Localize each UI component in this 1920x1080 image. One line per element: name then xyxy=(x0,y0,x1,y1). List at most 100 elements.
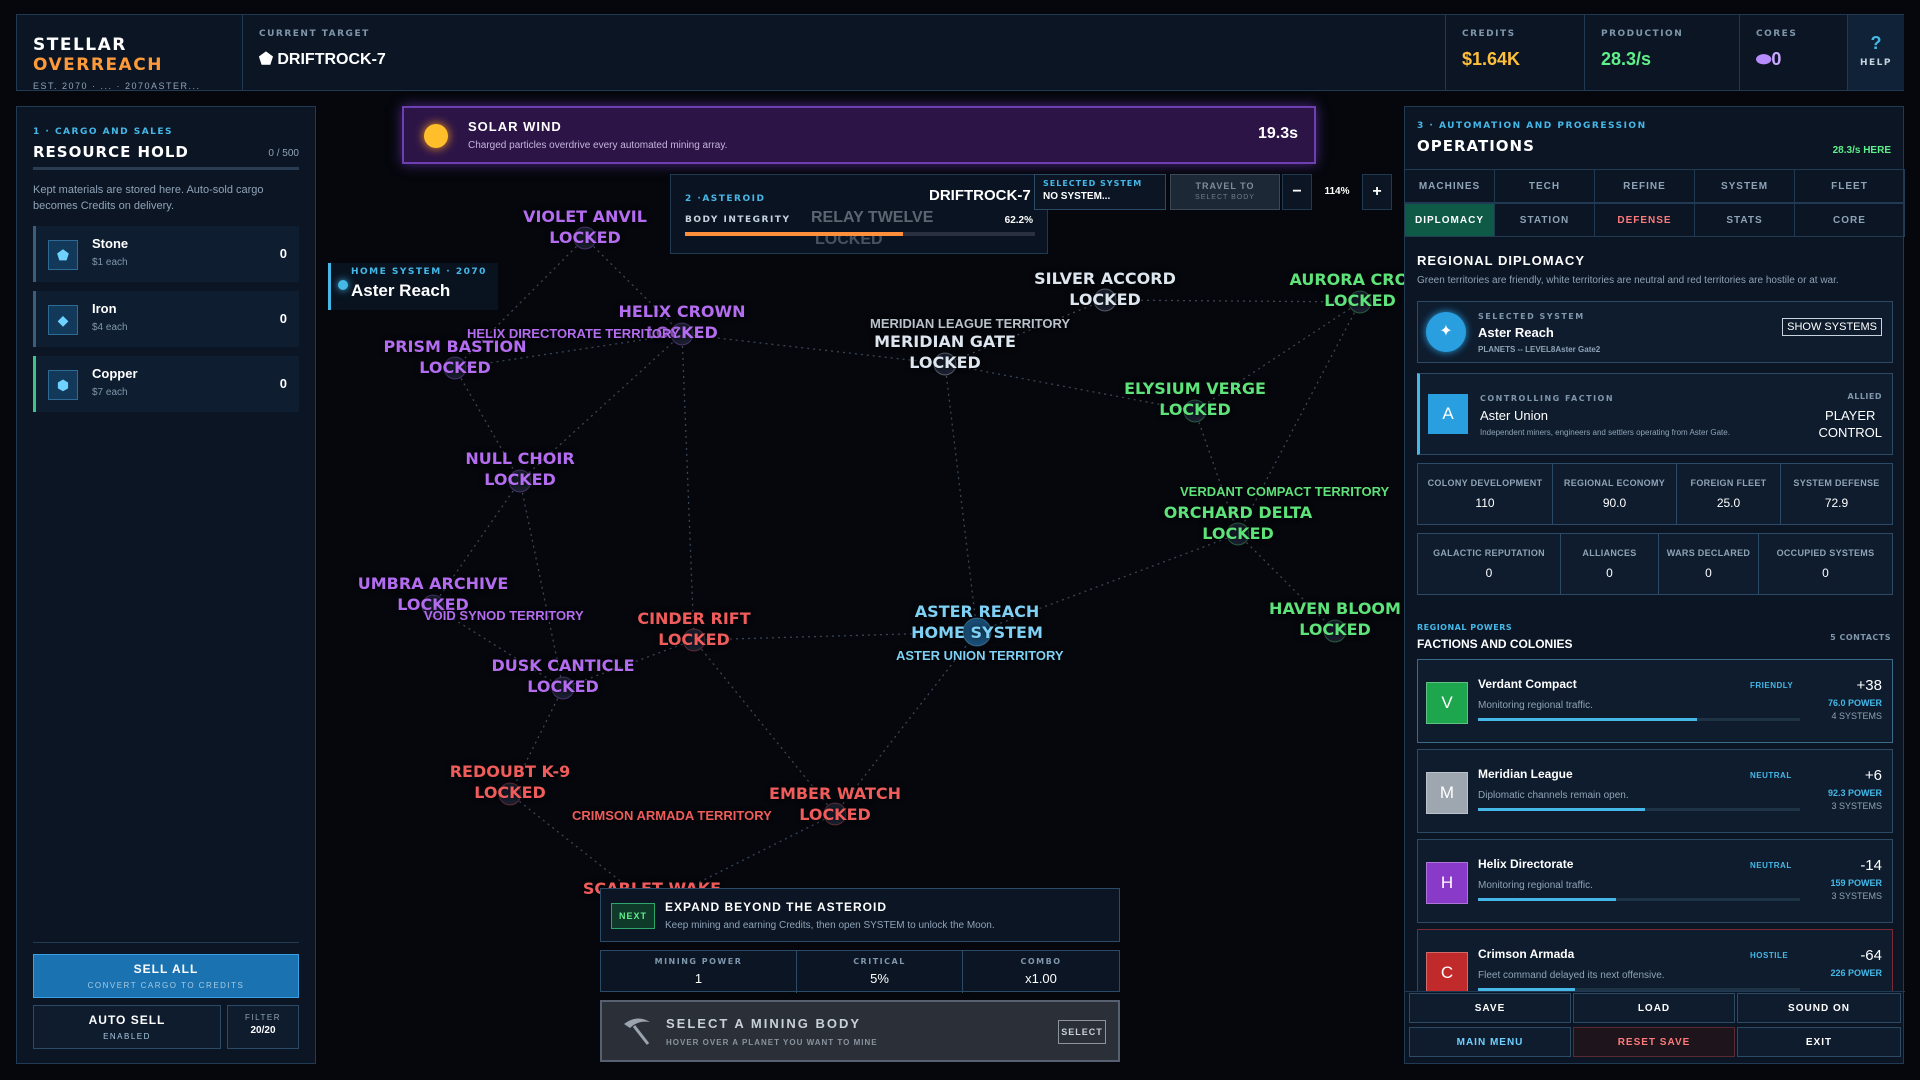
star-icon: ✦ xyxy=(1426,312,1466,352)
production-stat: PRODUCTION 28.3/s xyxy=(1585,15,1740,90)
system-name: VIOLET ANVIL xyxy=(523,207,647,226)
auto-sell-toggle[interactable]: AUTO SELL ENABLED xyxy=(33,1005,221,1049)
faction-meridian-league[interactable]: M Meridian League Diplomatic channels rema… xyxy=(1417,749,1893,833)
mining-power-stat: MINING POWER 1 xyxy=(601,951,797,993)
tab-system[interactable]: SYSTEM xyxy=(1695,169,1795,203)
credits-stat: CREDITS $1.64K xyxy=(1445,15,1585,90)
selected-system-card: ✦ SELECTED SYSTEM Aster Reach PLANETS --… xyxy=(1417,301,1893,363)
faction-status: FRIENDLY xyxy=(1750,681,1794,690)
filter-button[interactable]: FILTER 20/20 xyxy=(227,1005,299,1049)
system-name: HAVEN BLOOM xyxy=(1269,599,1401,618)
production-value: 28.3/s xyxy=(1601,49,1652,69)
resource-stone[interactable]: ⬟ Stone $1 each 0 xyxy=(33,226,299,282)
section-label: 1 · CARGO AND SALES xyxy=(33,127,174,137)
zoom-level: 114% xyxy=(1324,186,1350,197)
rate-here: 28.3/s HERE xyxy=(1832,145,1891,156)
zoom-out-button[interactable]: − xyxy=(1282,174,1312,210)
save-button[interactable]: SAVE xyxy=(1409,993,1571,1023)
system-redoubt-k9[interactable]: REDOUBT K-9 LOCKED xyxy=(450,761,571,803)
tab-defense[interactable]: DEFENSE xyxy=(1595,203,1695,237)
system-elysium-verge[interactable]: ELYSIUM VERGE LOCKED xyxy=(1124,378,1266,420)
objective-title: EXPAND BEYOND THE ASTEROID xyxy=(665,900,888,914)
exit-button[interactable]: EXIT xyxy=(1737,1027,1901,1057)
territory-helix: HELIX DIRECTORATE TERRITORY xyxy=(467,326,680,341)
system-meridian-gate[interactable]: MERIDIAN GATE LOCKED xyxy=(874,331,1016,373)
system-name: MERIDIAN GATE xyxy=(874,332,1016,351)
faction-avatar: H xyxy=(1426,862,1468,904)
faction-crimson-armada[interactable]: C Crimson Armada Fleet command delayed its… xyxy=(1417,929,1893,991)
ghost-label: RELAY TWELVE xyxy=(811,209,934,226)
home-system-tag[interactable]: HOME SYSTEM · 2070 Aster Reach xyxy=(328,263,498,310)
system-dusk-canticle[interactable]: DUSK CANTICLE LOCKED xyxy=(491,655,634,697)
resource-name: Iron xyxy=(92,301,117,316)
tab-tech[interactable]: TECH xyxy=(1495,169,1595,203)
faction-power: 76.0 POWER xyxy=(1827,698,1882,708)
zoom-in-button[interactable]: + xyxy=(1362,174,1392,210)
allied-tag: ALLIED xyxy=(1847,392,1882,401)
territory-meridian: MERIDIAN LEAGUE TERRITORY xyxy=(870,316,1071,331)
cargo-capacity: 0 / 500 xyxy=(268,148,299,159)
resource-price: $7 each xyxy=(92,387,128,398)
help-icon: ? xyxy=(1870,33,1882,53)
system-status: LOCKED xyxy=(527,677,599,696)
tab-diplomacy[interactable]: DIPLOMACY xyxy=(1405,203,1495,237)
system-status: LOCKED xyxy=(1299,620,1371,639)
system-haven-bloom[interactable]: HAVEN BLOOM LOCKED xyxy=(1269,598,1401,640)
system-status: LOCKED xyxy=(1159,400,1231,419)
tab-machines[interactable]: MACHINES xyxy=(1405,169,1495,203)
faction-verdant-compact[interactable]: V Verdant Compact Monitoring regional traf… xyxy=(1417,659,1893,743)
system-name: REDOUBT K-9 xyxy=(449,762,571,781)
system-ember-watch[interactable]: EMBER WATCH LOCKED xyxy=(769,783,901,825)
tab-refine[interactable]: REFINE xyxy=(1595,169,1695,203)
faction-relation-bar xyxy=(1478,808,1800,811)
mining-action[interactable]: SELECT A MINING BODY HOVER OVER A PLANET… xyxy=(600,1000,1120,1062)
resource-iron[interactable]: ◆ Iron $4 each 0 xyxy=(33,291,299,347)
tab-fleet[interactable]: FLEET xyxy=(1795,169,1905,203)
game-logo: STELLAR OVERREACH xyxy=(33,35,163,75)
divider xyxy=(33,942,299,943)
faction-name: Crimson Armada xyxy=(1478,947,1575,961)
cores-stat: CORES ⬬0 xyxy=(1740,15,1848,90)
target-icon: ⬟ xyxy=(259,51,278,68)
system-name: DUSK CANTICLE xyxy=(491,656,635,675)
system-violet-anvil[interactable]: VIOLET ANVIL LOCKED xyxy=(523,206,647,248)
stat-colony-development: COLONY DEVELOPMENT 110 xyxy=(1418,464,1553,524)
system-cinder-rift[interactable]: CINDER RIFT LOCKED xyxy=(637,608,750,650)
selected-system-box[interactable]: SELECTED SYSTEM NO SYSTEM... xyxy=(1034,174,1166,210)
faction-relation-bar xyxy=(1478,718,1800,721)
system-name: NULL CHOIR xyxy=(465,449,575,468)
system-aster-reach[interactable]: ASTER REACH HOME SYSTEM xyxy=(911,601,1043,643)
operations-panel: 3 · AUTOMATION AND PROGRESSION OPERATION… xyxy=(1404,106,1905,1064)
stat-regional-economy: REGIONAL ECONOMY 90.0 xyxy=(1553,464,1677,524)
system-status: LOCKED xyxy=(484,470,556,489)
system-status: LOCKED xyxy=(549,228,621,247)
faction-list[interactable]: V Verdant Compact Monitoring regional traf… xyxy=(1405,659,1905,991)
travel-button[interactable]: TRAVEL TO SELECT BODY xyxy=(1170,174,1280,210)
stat-wars-declared: WARS DECLARED 0 xyxy=(1659,534,1759,594)
reset-save-button[interactable]: RESET SAVE xyxy=(1573,1027,1735,1057)
system-null-choir[interactable]: NULL CHOIR LOCKED xyxy=(465,448,574,490)
sell-all-button[interactable]: SELL ALL CONVERT CARGO TO CREDITS xyxy=(33,954,299,998)
system-status: LOCKED xyxy=(1069,290,1141,309)
sound-toggle[interactable]: SOUND ON xyxy=(1737,993,1901,1023)
system-silver-accord[interactable]: SILVER ACCORD LOCKED xyxy=(1034,268,1176,310)
faction-avatar: A xyxy=(1428,394,1468,434)
tab-core[interactable]: CORE xyxy=(1795,203,1905,237)
resource-copper[interactable]: ⬢ Copper $7 each 0 xyxy=(33,356,299,412)
tab-stats[interactable]: STATS xyxy=(1695,203,1795,237)
main-menu-button[interactable]: MAIN MENU xyxy=(1409,1027,1571,1057)
system-orchard-delta[interactable]: ORCHARD DELTA LOCKED xyxy=(1164,502,1312,544)
faction-helix-directorate[interactable]: H Helix Directorate Monitoring regional tr… xyxy=(1417,839,1893,923)
select-button[interactable]: SELECT xyxy=(1058,1020,1106,1044)
system-prism-bastion[interactable]: PRISM BASTION LOCKED xyxy=(384,336,527,378)
load-button[interactable]: LOAD xyxy=(1573,993,1735,1023)
selected-system-sub: PLANETS -- LEVEL8Aster Gate2 xyxy=(1478,345,1601,354)
help-button[interactable]: ? HELP xyxy=(1848,15,1904,90)
faction-systems: 3 SYSTEMS xyxy=(1831,891,1882,901)
system-status: LOCKED xyxy=(419,358,491,377)
event-desc: Charged particles overdrive every automa… xyxy=(468,140,728,151)
show-systems-button[interactable]: SHOW SYSTEMS xyxy=(1782,318,1882,336)
tab-station[interactable]: STATION xyxy=(1495,203,1595,237)
hexagon-icon: ⬢ xyxy=(48,370,78,400)
controlling-faction-name: Aster Union xyxy=(1480,408,1548,423)
